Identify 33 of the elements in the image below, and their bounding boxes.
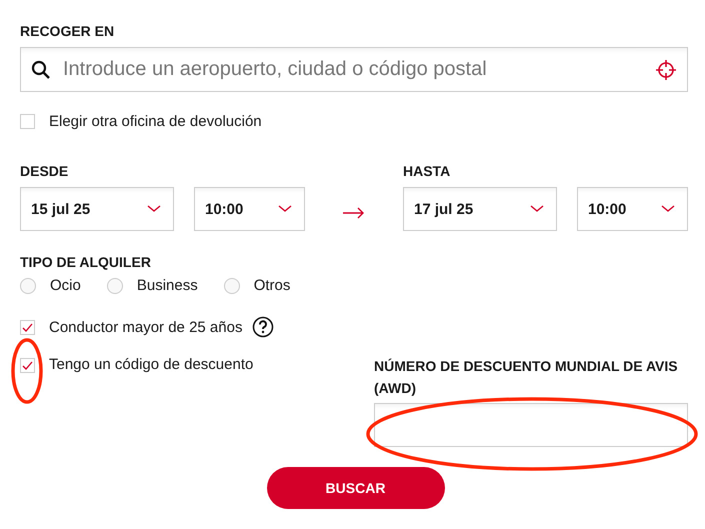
radio-label: Ocio [50,277,81,294]
search-button[interactable]: BUSCAR [266,467,444,509]
radio-button[interactable] [106,278,123,294]
section-label: DESDE [20,162,70,181]
search-icon [31,60,51,80]
radio-button[interactable] [20,278,36,294]
chevron-down-icon [147,205,161,213]
checkbox-label: Conductor mayor de 25 años [49,318,242,336]
checkbox-label: Tengo un código de descuento [49,356,254,373]
chevron-down-icon [530,205,544,213]
checkbox-label: Elegir otra oficina de devolución [49,113,262,130]
date-dropdown[interactable]: 17 jul 25 [403,187,557,231]
section-label: TIPO DE ALQUILER [20,253,152,272]
locate-icon[interactable] [655,58,677,80]
time-dropdown[interactable]: 10:00 [577,187,688,231]
search-field[interactable]: Introduce un aeropuerto, ciudad o código postal [61,57,645,82]
field-label: NÚMERO DE DESCUENTO MUNDIAL DE AVIS (AWD) [374,357,679,398]
date-dropdown[interactable]: 15 jul 25 [20,187,174,231]
radio-label: Business [136,277,198,294]
arrow-right-icon [343,207,365,219]
checkbox[interactable] [20,320,35,334]
chevron-down-icon [661,205,675,213]
help-icon[interactable] [252,316,274,338]
discount-number-field[interactable] [374,403,688,447]
checkbox[interactable] [20,358,35,373]
section-label: RECOGER EN [20,22,116,41]
radio-button[interactable] [224,278,240,294]
checkbox[interactable] [20,114,35,129]
section-label: HASTA [403,162,452,181]
search-bar[interactable]: Introduce un aeropuerto, ciudad o código postal [20,47,688,92]
time-dropdown[interactable]: 10:00 [194,187,305,231]
chevron-down-icon [278,205,292,213]
radio-label: Otros [254,277,290,294]
